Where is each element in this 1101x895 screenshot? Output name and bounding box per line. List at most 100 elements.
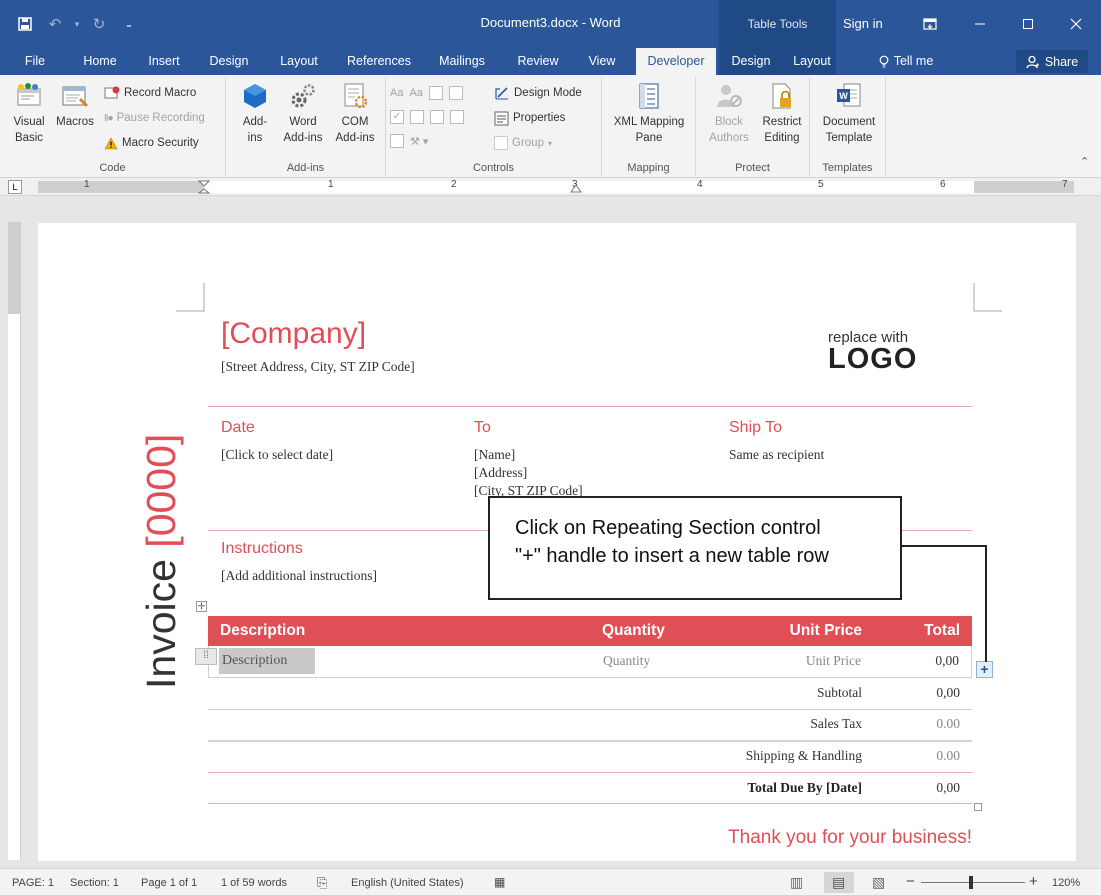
tab-developer[interactable]: Developer xyxy=(636,48,716,75)
to-address-field[interactable]: [Address] xyxy=(474,465,527,481)
instructions-field[interactable]: [Add additional instructions] xyxy=(221,568,377,584)
pause-recording-button[interactable]: II● Pause Recording xyxy=(104,108,205,128)
thank-you-text[interactable]: Thank you for your business! xyxy=(728,827,972,849)
web-layout-icon[interactable]: ▧ xyxy=(872,874,885,891)
tab-references[interactable]: References xyxy=(340,48,418,75)
group-button[interactable]: Group ▾ xyxy=(494,133,552,153)
group-icon xyxy=(494,136,508,150)
mapping-group: XML Mapping Pane Mapping xyxy=(602,77,696,176)
macros-button[interactable]: Macros xyxy=(52,81,98,130)
tab-view[interactable]: View xyxy=(576,48,628,75)
row-unit-price-field[interactable]: Unit Price xyxy=(806,653,861,669)
to-name-field[interactable]: [Name] xyxy=(474,447,515,463)
row-quantity-field[interactable]: Quantity xyxy=(603,653,650,669)
addins-button[interactable]: Add-ins xyxy=(238,81,272,146)
macro-security-button[interactable]: Macro Security xyxy=(104,133,199,153)
ship-to-field[interactable]: Same as recipient xyxy=(729,447,824,463)
rich-text-control-icon[interactable]: Aa xyxy=(390,87,403,99)
shipping-field[interactable]: 0.00 xyxy=(936,748,960,764)
customize-qat-icon[interactable]: ₌ xyxy=(116,11,142,37)
word-addins-button[interactable]: Word Add-ins xyxy=(278,81,328,146)
zoom-in-icon[interactable]: + xyxy=(1029,873,1038,890)
sign-in-link[interactable]: Sign in xyxy=(843,16,883,31)
dropdown-control-icon[interactable] xyxy=(430,110,444,124)
document-template-button[interactable]: W Document Template xyxy=(814,81,884,146)
status-page[interactable]: PAGE: 1 xyxy=(12,877,54,889)
table-resize-handle-icon[interactable] xyxy=(974,803,982,811)
close-icon[interactable] xyxy=(1051,0,1101,48)
visual-basic-label: Visual Basic xyxy=(13,116,45,144)
com-addins-label: COM Add-ins xyxy=(335,116,375,144)
restrict-editing-button[interactable]: Restrict Editing xyxy=(756,81,808,146)
macro-recording-icon[interactable]: ▦ xyxy=(494,875,505,889)
visual-basic-button[interactable]: Visual Basic xyxy=(6,81,52,146)
properties-button[interactable]: Properties xyxy=(494,108,565,128)
building-block-control-icon[interactable] xyxy=(448,86,463,100)
controls-group: Aa Aa ✓ ⚒ ▾ Design Mode Properties Group… xyxy=(386,77,602,176)
right-indent-marker-icon[interactable] xyxy=(570,184,582,194)
print-layout-icon[interactable]: ▤ xyxy=(832,874,845,891)
tab-mailings[interactable]: Mailings xyxy=(428,48,496,75)
block-authors-label: Block Authors xyxy=(709,116,749,144)
com-addins-button[interactable]: COM Add-ins xyxy=(330,81,380,146)
tab-file[interactable]: File xyxy=(14,48,56,75)
legacy-tools-icon[interactable]: ⚒ ▾ xyxy=(410,135,428,148)
block-authors-button[interactable]: Block Authors xyxy=(700,81,758,146)
tell-me-box[interactable]: Tell me xyxy=(866,48,946,75)
zoom-level[interactable]: 120% xyxy=(1052,877,1080,889)
visual-basic-icon xyxy=(14,81,44,111)
design-mode-button[interactable]: Design Mode xyxy=(494,83,582,103)
status-bar: PAGE: 1 Section: 1 Page 1 of 1 1 of 59 w… xyxy=(0,868,1101,895)
logo-placeholder[interactable]: replace with LOGO xyxy=(828,329,932,376)
read-mode-icon[interactable]: ▥ xyxy=(790,874,803,891)
table-move-handle-icon[interactable]: ✛ xyxy=(196,601,207,612)
undo-icon[interactable]: ↶ xyxy=(42,11,68,37)
proofing-icon[interactable]: ⎘ xyxy=(317,875,327,891)
zoom-slider[interactable] xyxy=(921,876,1025,889)
zoom-slider-thumb[interactable] xyxy=(969,876,973,889)
tab-table-layout[interactable]: Layout xyxy=(788,48,836,75)
picture-control-icon[interactable] xyxy=(428,86,443,100)
zoom-out-icon[interactable]: − xyxy=(906,873,915,890)
vertical-ruler[interactable] xyxy=(8,222,21,860)
maximize-icon[interactable] xyxy=(1003,0,1053,48)
horizontal-ruler[interactable]: L 1 1 2 3 4 5 6 7 xyxy=(0,178,1101,196)
status-page-of[interactable]: Page 1 of 1 xyxy=(141,877,197,889)
collapse-ribbon-icon[interactable]: ⌃ xyxy=(1080,155,1089,168)
plain-text-control-icon[interactable]: Aa xyxy=(409,87,422,99)
tab-design[interactable]: Design xyxy=(200,48,258,75)
ruler-number: 1 xyxy=(328,179,334,190)
status-section[interactable]: Section: 1 xyxy=(70,877,119,889)
record-macro-button[interactable]: Record Macro xyxy=(104,83,196,103)
checkbox-control-icon[interactable]: ✓ xyxy=(390,110,404,124)
repeating-section-row[interactable]: ⁞⁞ Description Quantity Unit Price 0,00 xyxy=(195,646,972,678)
tab-table-design[interactable]: Design xyxy=(722,48,780,75)
date-picker-field[interactable]: [Click to select date] xyxy=(221,447,333,463)
ribbon-display-options-icon[interactable] xyxy=(905,0,955,48)
indent-marker-icon[interactable] xyxy=(198,180,210,196)
date-picker-control-icon[interactable] xyxy=(450,110,464,124)
undo-dropdown-icon[interactable]: ▾ xyxy=(72,11,82,37)
company-address[interactable]: [Street Address, City, ST ZIP Code] xyxy=(221,359,415,375)
save-icon[interactable] xyxy=(12,11,38,37)
share-button[interactable]: Share xyxy=(1016,50,1088,73)
restrict-editing-label: Restrict Editing xyxy=(762,116,802,144)
redo-icon[interactable]: ↻ xyxy=(86,11,112,37)
tab-review[interactable]: Review xyxy=(508,48,568,75)
tab-layout[interactable]: Layout xyxy=(268,48,330,75)
macros-icon xyxy=(60,81,90,111)
repeating-section-grip-icon[interactable]: ⁞⁞ xyxy=(195,648,217,665)
combo-box-control-icon[interactable] xyxy=(410,110,424,124)
subtotal-label: Subtotal xyxy=(816,685,862,700)
tab-selector-icon[interactable]: L xyxy=(8,180,22,194)
minimize-icon[interactable] xyxy=(955,0,1005,48)
row-description-field[interactable]: Description xyxy=(219,648,315,674)
tab-home[interactable]: Home xyxy=(74,48,126,75)
xml-mapping-pane-button[interactable]: XML Mapping Pane xyxy=(606,81,692,146)
company-name[interactable]: [Company] xyxy=(221,317,366,351)
status-language[interactable]: English (United States) xyxy=(351,877,464,889)
repeating-section-control-icon[interactable] xyxy=(390,134,404,148)
status-words[interactable]: 1 of 59 words xyxy=(221,877,287,889)
tab-insert[interactable]: Insert xyxy=(138,48,190,75)
sales-tax-field[interactable]: 0.00 xyxy=(936,716,960,732)
